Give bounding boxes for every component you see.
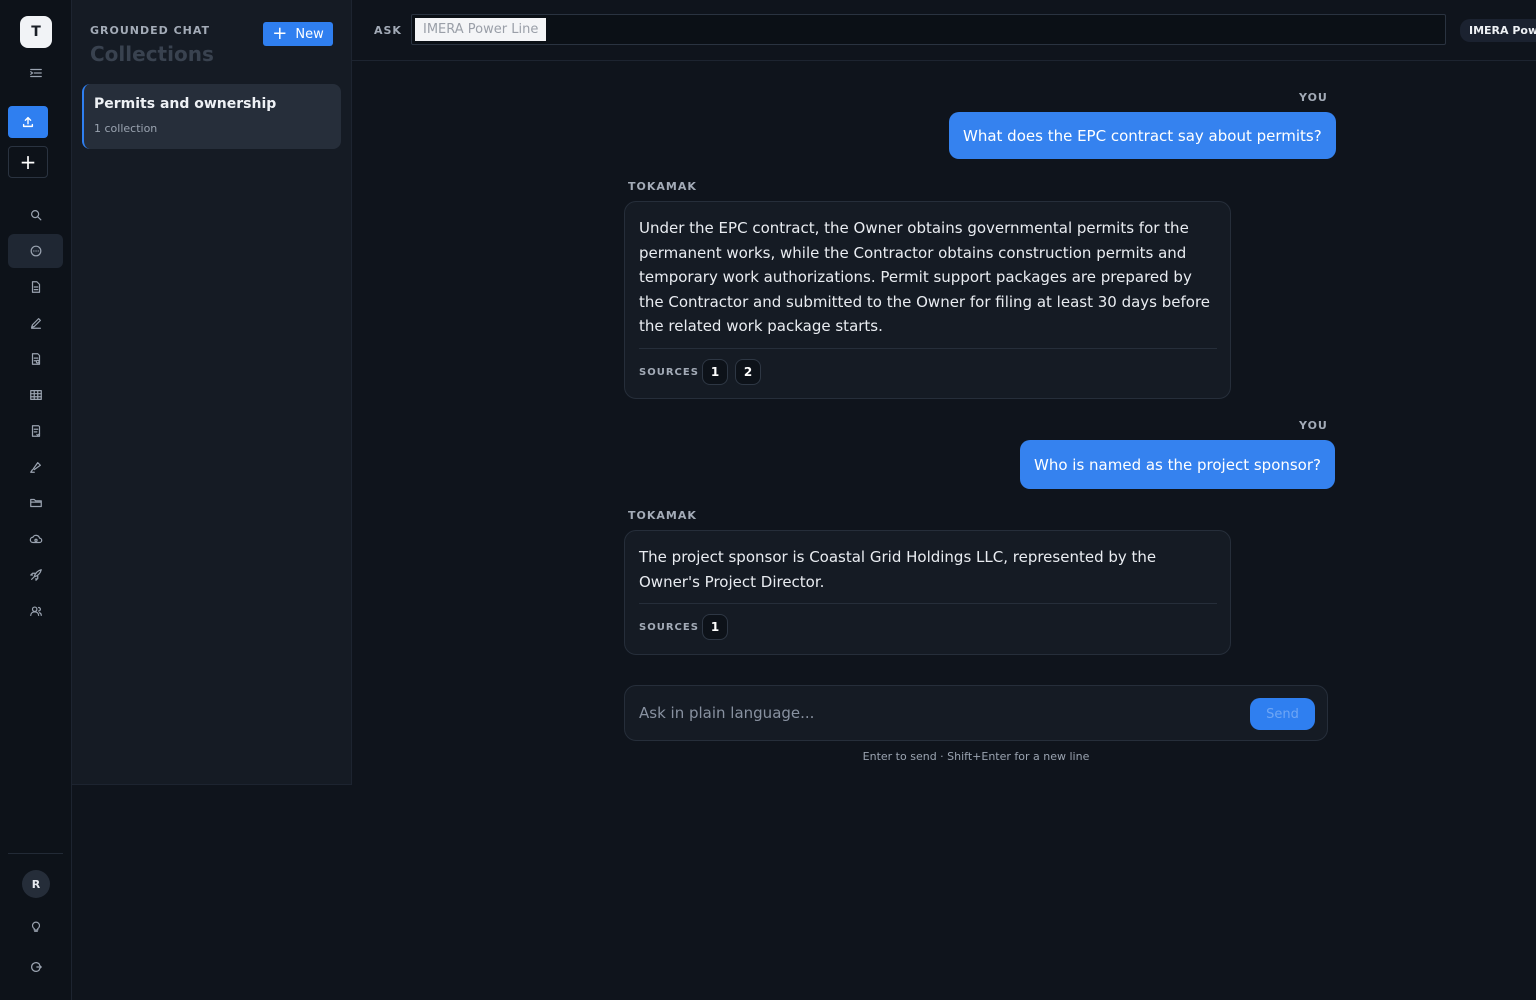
send-button[interactable]: Send bbox=[1250, 698, 1315, 730]
user-avatar[interactable]: R bbox=[22, 870, 50, 898]
composer-hint: Enter to send · Shift+Enter for a new li… bbox=[862, 750, 1090, 763]
collection-item[interactable]: Permits and ownership 1 collection bbox=[82, 84, 341, 149]
message-divider bbox=[639, 603, 1217, 604]
search-icon[interactable] bbox=[24, 203, 48, 227]
source-chip[interactable]: 1 bbox=[702, 359, 728, 385]
pen-icon[interactable] bbox=[24, 311, 48, 335]
message-role-label: TOKAMAK bbox=[628, 509, 697, 522]
users-icon[interactable] bbox=[24, 599, 48, 623]
plus-icon: + bbox=[272, 23, 288, 44]
ask-scope-chip[interactable]: IMERA Power Line bbox=[415, 18, 546, 41]
assistant-message-text: The project sponsor is Coastal Grid Hold… bbox=[639, 548, 1157, 591]
new-chat-button[interactable]: + bbox=[8, 146, 48, 178]
collections-panel: GROUNDED CHAT Collections + New Permits … bbox=[72, 0, 352, 785]
assistant-message: Under the EPC contract, the Owner obtain… bbox=[624, 201, 1231, 399]
composer-input[interactable]: Ask in plain language... bbox=[639, 704, 814, 722]
plus-icon: + bbox=[19, 150, 37, 174]
cloud-icon[interactable] bbox=[24, 527, 48, 551]
user-message: Who is named as the project sponsor? bbox=[1020, 440, 1335, 489]
report-icon[interactable] bbox=[24, 347, 48, 371]
sources-label: SOURCES bbox=[639, 622, 699, 633]
document-icon[interactable] bbox=[24, 275, 48, 299]
panel-eyebrow: GROUNDED CHAT bbox=[90, 24, 211, 37]
icon-rail: T + R bbox=[0, 0, 72, 1000]
workspace-avatar[interactable]: T bbox=[20, 16, 52, 48]
collection-count: 1 collection bbox=[94, 122, 158, 135]
rail-divider bbox=[8, 853, 63, 854]
menu-icon[interactable] bbox=[24, 61, 48, 85]
upload-button[interactable] bbox=[8, 106, 48, 138]
panel-title: Collections bbox=[90, 42, 214, 66]
table-icon[interactable] bbox=[24, 383, 48, 407]
rocket-icon[interactable] bbox=[24, 563, 48, 587]
upload-icon bbox=[22, 116, 34, 128]
chat-icon[interactable] bbox=[24, 239, 48, 263]
ask-bar: ASK IMERA Power Line IMERA Power Line bbox=[352, 0, 1536, 61]
message-role-label: YOU bbox=[1299, 91, 1328, 104]
message-role-label: YOU bbox=[1299, 419, 1328, 432]
context-pill[interactable]: IMERA Power Line bbox=[1460, 19, 1536, 42]
source-chip[interactable]: 1 bbox=[702, 614, 728, 640]
highlighter-icon[interactable] bbox=[24, 455, 48, 479]
user-message: What does the EPC contract say about per… bbox=[949, 112, 1336, 159]
sources-label: SOURCES bbox=[639, 367, 699, 378]
logout-icon[interactable] bbox=[24, 955, 48, 979]
checklist-icon[interactable] bbox=[24, 419, 48, 443]
message-composer[interactable]: Ask in plain language... Send bbox=[624, 685, 1328, 741]
new-collection-button[interactable]: + New bbox=[263, 22, 333, 46]
folder-icon[interactable] bbox=[24, 491, 48, 515]
assistant-message-text: Under the EPC contract, the Owner obtain… bbox=[639, 219, 1211, 335]
source-chip[interactable]: 2 bbox=[735, 359, 761, 385]
message-role-label: TOKAMAK bbox=[628, 180, 697, 193]
collection-name: Permits and ownership bbox=[94, 96, 277, 112]
message-divider bbox=[639, 348, 1217, 349]
lightbulb-icon[interactable] bbox=[24, 914, 48, 938]
new-button-label: New bbox=[295, 26, 324, 42]
ask-scope-field[interactable]: IMERA Power Line bbox=[411, 14, 1446, 45]
ask-label: ASK bbox=[374, 24, 402, 37]
assistant-message: The project sponsor is Coastal Grid Hold… bbox=[624, 530, 1231, 655]
